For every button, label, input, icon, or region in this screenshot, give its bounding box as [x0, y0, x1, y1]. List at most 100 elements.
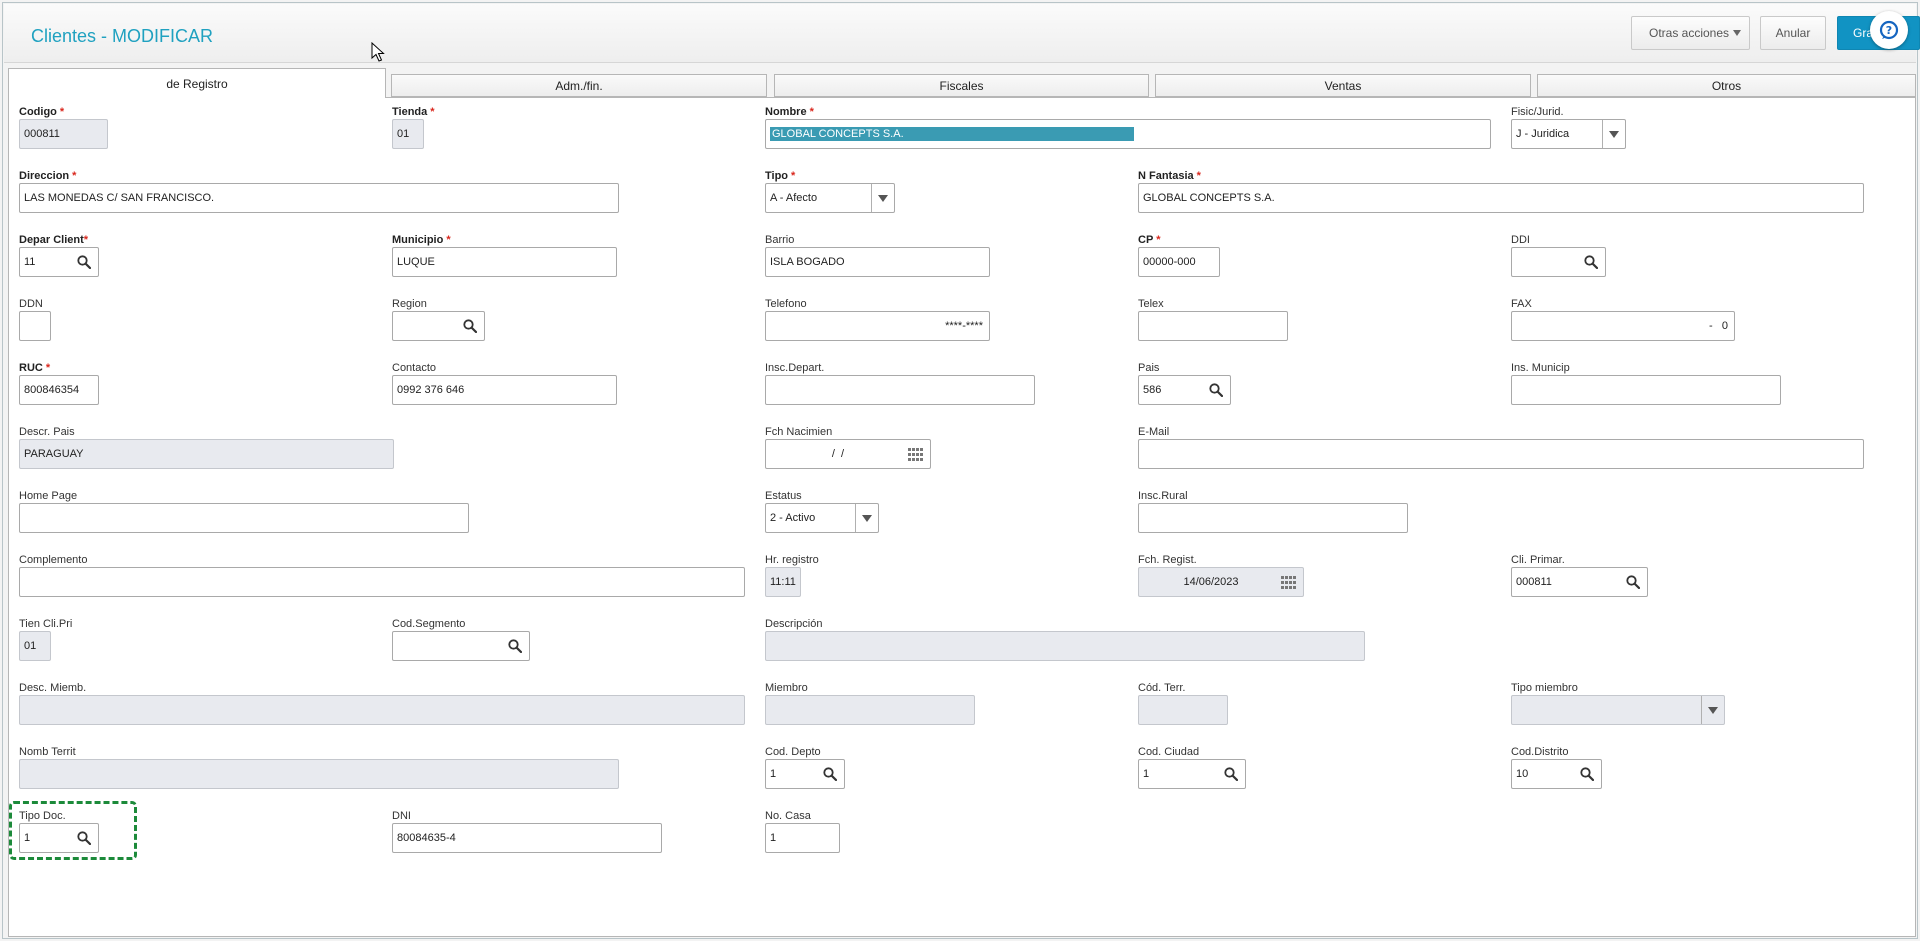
dropdown-arrow-icon[interactable]	[871, 184, 894, 212]
search-icon[interactable]	[1580, 767, 1594, 781]
descripcion-field[interactable]	[765, 631, 1365, 661]
tab-de-registro[interactable]: de Registro	[8, 68, 386, 98]
dropdown-arrow-icon[interactable]	[855, 504, 878, 532]
desc-miemb-label: Desc. Miemb.	[19, 682, 87, 694]
cancel-button[interactable]: Anular	[1760, 16, 1826, 50]
search-icon[interactable]	[823, 767, 837, 781]
ins-municip-field[interactable]	[1511, 375, 1781, 405]
municipio-field[interactable]: LUQUE	[392, 247, 617, 277]
home-page-field[interactable]	[19, 503, 469, 533]
pais-field[interactable]: 586	[1138, 375, 1231, 405]
cod-terr-field[interactable]	[1138, 695, 1228, 725]
search-icon[interactable]	[77, 255, 91, 269]
estatus-value: 2 - Activo	[770, 512, 816, 524]
nombre-value: GLOBAL CONCEPTS S.A.	[770, 127, 1134, 141]
direccion-label: Direccion *	[19, 170, 77, 182]
fch-nacimien-value: / /	[831, 448, 845, 460]
cli-primar-field[interactable]: 000811	[1511, 567, 1648, 597]
email-label: E-Mail	[1138, 426, 1170, 438]
miembro-field[interactable]	[765, 695, 975, 725]
calendar-icon[interactable]	[1281, 576, 1297, 589]
telefono-field[interactable]: ****-****	[765, 311, 990, 341]
telex-field[interactable]	[1138, 311, 1288, 341]
ddi-field[interactable]	[1511, 247, 1606, 277]
tipo-label: Tipo *	[765, 170, 796, 182]
chevron-down-icon	[1733, 30, 1741, 36]
tab-fiscales[interactable]: Fiscales	[774, 74, 1149, 97]
search-icon[interactable]	[1224, 767, 1238, 781]
dni-label: DNI	[392, 810, 411, 822]
tab-label: de Registro	[166, 77, 228, 91]
fax-field[interactable]: - 0	[1511, 311, 1735, 341]
search-icon[interactable]	[1584, 255, 1598, 269]
cod-terr-label: Cód. Terr.	[1138, 682, 1186, 694]
desc-miemb-field[interactable]	[19, 695, 745, 725]
pais-label: Pais	[1138, 362, 1160, 374]
no-casa-field[interactable]: 1	[765, 823, 840, 853]
tab-ventas[interactable]: Ventas	[1155, 74, 1531, 97]
insc-rural-field[interactable]	[1138, 503, 1408, 533]
tipo-miembro-label: Tipo miembro	[1511, 682, 1578, 694]
ddn-field[interactable]	[19, 311, 51, 341]
estatus-select[interactable]: 2 - Activo	[765, 503, 879, 533]
tien-cli-pri-field[interactable]: 01	[19, 631, 51, 661]
codigo-label: Codigo *	[19, 106, 65, 118]
fch-nacimien-field[interactable]: / /	[765, 439, 931, 469]
contacto-label: Contacto	[392, 362, 437, 374]
nomb-territ-field[interactable]	[19, 759, 619, 789]
depar-client-field[interactable]: 11	[19, 247, 99, 277]
more-actions-button[interactable]: Otras acciones	[1631, 16, 1750, 50]
insc-depart-field[interactable]	[765, 375, 1035, 405]
svg-text:?: ?	[1886, 24, 1892, 37]
cli-primar-label: Cli. Primar.	[1511, 554, 1565, 566]
cod-segmento-field[interactable]	[392, 631, 530, 661]
region-field[interactable]	[392, 311, 485, 341]
fisic-jurid-select[interactable]: J - Juridica	[1511, 119, 1626, 149]
cod-depto-label: Cod. Depto	[765, 746, 821, 758]
tab-label: Fiscales	[939, 79, 984, 93]
dni-field[interactable]: 80084635-4	[392, 823, 662, 853]
descr-pais-field[interactable]: PARAGUAY	[19, 439, 394, 469]
direccion-field[interactable]: LAS MONEDAS C/ SAN FRANCISCO.	[19, 183, 619, 213]
email-field[interactable]	[1138, 439, 1864, 469]
tab-label: Adm./fin.	[555, 79, 603, 93]
hr-registro-field[interactable]: 11:11	[765, 567, 801, 597]
cp-field[interactable]: 00000-000	[1138, 247, 1220, 277]
cod-depto-field[interactable]: 1	[765, 759, 845, 789]
search-icon[interactable]	[1626, 575, 1640, 589]
tipo-miembro-select[interactable]	[1511, 695, 1725, 725]
cod-distrito-field[interactable]: 10	[1511, 759, 1602, 789]
tienda-field[interactable]: 01	[392, 119, 424, 149]
descripcion-label: Descripción	[765, 618, 823, 630]
tipo-select[interactable]: A - Afecto	[765, 183, 895, 213]
complemento-field[interactable]	[19, 567, 745, 597]
search-icon[interactable]	[508, 639, 522, 653]
cod-ciudad-field[interactable]: 1	[1138, 759, 1246, 789]
no-casa-label: No. Casa	[765, 810, 811, 822]
help-button[interactable]: ?	[1870, 11, 1908, 49]
calendar-icon[interactable]	[908, 448, 924, 461]
fch-regist-field[interactable]: 14/06/2023	[1138, 567, 1304, 597]
cod-depto-value: 1	[770, 768, 777, 780]
nombre-label: Nombre *	[765, 106, 814, 118]
insc-depart-label: Insc.Depart.	[765, 362, 825, 374]
fax-label: FAX	[1511, 298, 1532, 310]
ruc-field[interactable]: 800846354	[19, 375, 99, 405]
search-icon[interactable]	[463, 319, 477, 333]
tab-otros[interactable]: Otros	[1537, 74, 1916, 97]
n-fantasia-field[interactable]: GLOBAL CONCEPTS S.A.	[1138, 183, 1864, 213]
fisic-jurid-label: Fisic/Jurid.	[1511, 106, 1564, 118]
search-icon[interactable]	[1209, 383, 1223, 397]
dropdown-arrow-icon[interactable]	[1701, 696, 1724, 724]
fisic-jurid-value: J - Juridica	[1516, 128, 1570, 140]
barrio-field[interactable]: ISLA BOGADO	[765, 247, 990, 277]
estatus-label: Estatus	[765, 490, 802, 502]
dropdown-arrow-icon[interactable]	[1602, 120, 1625, 148]
nombre-field[interactable]: GLOBAL CONCEPTS S.A.	[765, 119, 1491, 149]
mouse-cursor-icon	[371, 42, 385, 62]
tab-adm-fin[interactable]: Adm./fin.	[391, 74, 767, 97]
contacto-field[interactable]: 0992 376 646	[392, 375, 617, 405]
fch-nacimien-label: Fch Nacimien	[765, 426, 833, 438]
codigo-field[interactable]: 000811	[19, 119, 108, 149]
tipo-value: A - Afecto	[770, 192, 818, 204]
